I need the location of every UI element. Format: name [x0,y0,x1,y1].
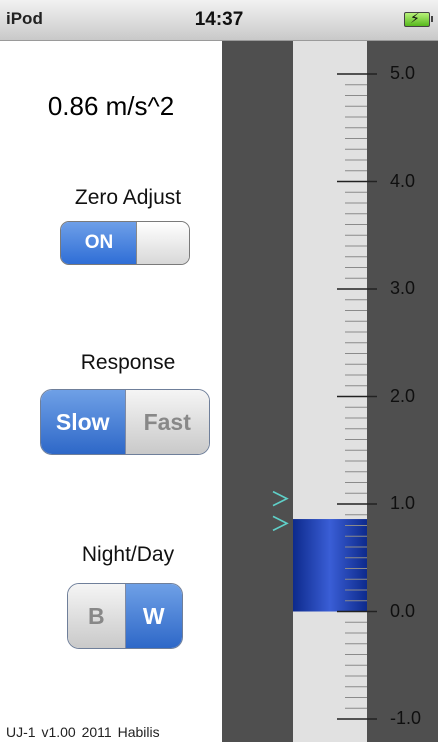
gauge-scale-label: 1.0 [390,493,416,513]
night-day-w-segment[interactable]: W [124,584,182,648]
night-day-segmented-control[interactable]: B W [67,583,183,649]
gauge-tube [293,41,367,742]
peak-marker-icon [272,515,289,532]
night-day-label: Night/Day [81,543,175,566]
gauge-scale-label: 0.0 [390,600,416,621]
response-segmented-control[interactable]: Slow Fast [40,389,210,455]
response-label: Response [80,351,176,374]
switch-knob[interactable] [136,222,189,264]
zero-adjust-label: Zero Adjust [74,186,182,209]
status-bar: iPod 14:37 ⚡ [0,0,438,41]
peak-marker-icon [272,490,289,507]
zero-adjust-switch[interactable]: ON [60,221,190,265]
gauge-scale-label: 5.0 [390,63,416,83]
clock: 14:37 [194,9,244,30]
gauge-scale-label: 2.0 [390,385,416,406]
response-fast-segment[interactable]: Fast [124,390,209,454]
response-slow-segment[interactable]: Slow [41,390,125,454]
gauge-fill-bar [293,519,367,612]
gauge-scale-label: 3.0 [390,278,416,298]
controls-panel: 0.86 m/s^2 Zero Adjust ON Response Slow … [0,41,222,742]
acceleration-reading: 0.86 m/s^2 [47,91,175,121]
night-day-b-segment[interactable]: B [68,584,125,648]
version-footer: UJ-1 v1.00 2011 Habilis [6,724,160,740]
gauge-scale-label: 4.0 [390,170,416,191]
zero-adjust-on-label: ON [61,222,137,264]
gauge-panel: 5.0 4.0 3.0 2.0 1.0 0.0 -1.0 [222,41,438,742]
battery-charging-icon: ⚡ [404,10,433,27]
gauge-scale-label: -1.0 [390,708,422,728]
